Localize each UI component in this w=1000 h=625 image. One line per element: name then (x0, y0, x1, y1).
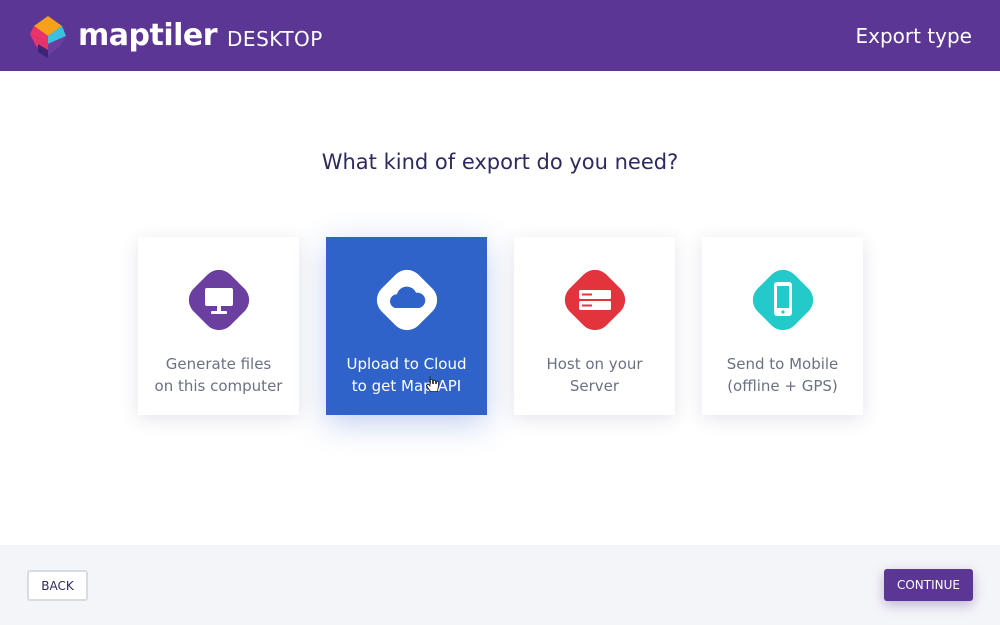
cloud-icon (371, 264, 443, 336)
card-label-line1: Send to Mobile (726, 355, 839, 373)
card-label-line1: Generate files (165, 355, 272, 373)
card-label-line2: to get Map API (351, 377, 462, 395)
continue-button[interactable]: CONTINUE (884, 569, 973, 601)
card-label-line2: (offline + GPS) (727, 377, 838, 395)
phone-icon (747, 264, 819, 336)
export-option-local-files[interactable]: Generate files on this computer (138, 237, 299, 415)
card-label: Generate files on this computer (155, 353, 283, 397)
card-label: Upload to Cloud to get Map API (347, 353, 467, 397)
back-button[interactable]: BACK (27, 570, 88, 601)
brand: maptiler DESKTOP (28, 14, 323, 58)
server-icon (559, 264, 631, 336)
card-label-line1: Upload to Cloud (346, 355, 467, 373)
page-title: Export type (855, 23, 972, 48)
brand-name: maptiler (78, 18, 218, 53)
app-header: maptiler DESKTOP Export type (0, 0, 1000, 71)
card-label-line2: on this computer (154, 377, 283, 395)
export-question: What kind of export do you need? (321, 150, 679, 174)
export-options: Generate files on this computer Upload t… (138, 237, 863, 415)
pointer-cursor-icon (426, 376, 439, 392)
export-option-server[interactable]: Host on your Server (514, 237, 675, 415)
monitor-icon (183, 264, 255, 336)
card-label: Send to Mobile (offline + GPS) (727, 353, 839, 397)
card-label-line1: Host on your (546, 355, 643, 373)
maptiler-logo-icon (30, 15, 66, 58)
export-option-cloud[interactable]: Upload to Cloud to get Map API (326, 237, 487, 415)
export-option-mobile[interactable]: Send to Mobile (offline + GPS) (702, 237, 863, 415)
card-label-line2: Server (569, 377, 620, 395)
card-label: Host on your Server (546, 353, 642, 397)
footer-bar: BACK CONTINUE (0, 545, 1000, 625)
brand-subtitle: DESKTOP (227, 26, 323, 51)
